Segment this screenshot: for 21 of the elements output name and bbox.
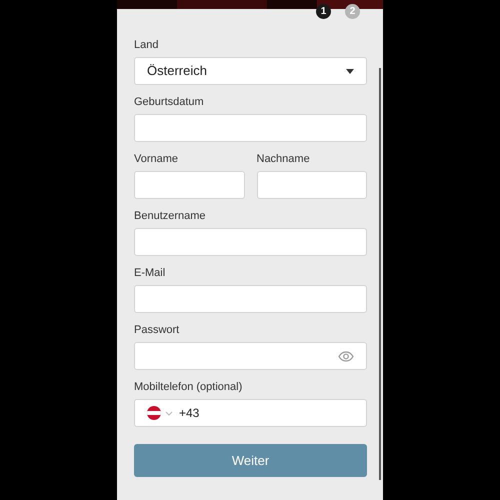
field-label: Passwort <box>134 324 180 337</box>
flag-icon <box>147 406 161 420</box>
input-field[interactable] <box>134 228 367 256</box>
field-label: Land <box>134 39 160 52</box>
field-label: Benutzername <box>134 210 207 223</box>
input-field[interactable] <box>134 285 367 313</box>
input-field[interactable] <box>134 114 367 142</box>
password-field[interactable] <box>134 342 367 370</box>
field-label: Mobiltelefon (optional) <box>134 381 244 394</box>
input-field[interactable] <box>256 171 367 199</box>
continue-button[interactable]: Weiter <box>134 444 367 477</box>
field-label: E-Mail <box>134 267 166 280</box>
phone-field[interactable]: +43 <box>134 399 367 427</box>
caret-icon <box>346 68 354 74</box>
eye-icon[interactable] <box>338 350 354 362</box>
field-label: Vorname <box>134 153 180 166</box>
field-label: Geburtsdatum <box>134 96 205 109</box>
country-select[interactable]: Österreich <box>134 57 367 85</box>
field-label: Nachname <box>256 153 311 166</box>
chevron-icon[interactable] <box>165 410 173 416</box>
input-field[interactable] <box>134 171 244 199</box>
